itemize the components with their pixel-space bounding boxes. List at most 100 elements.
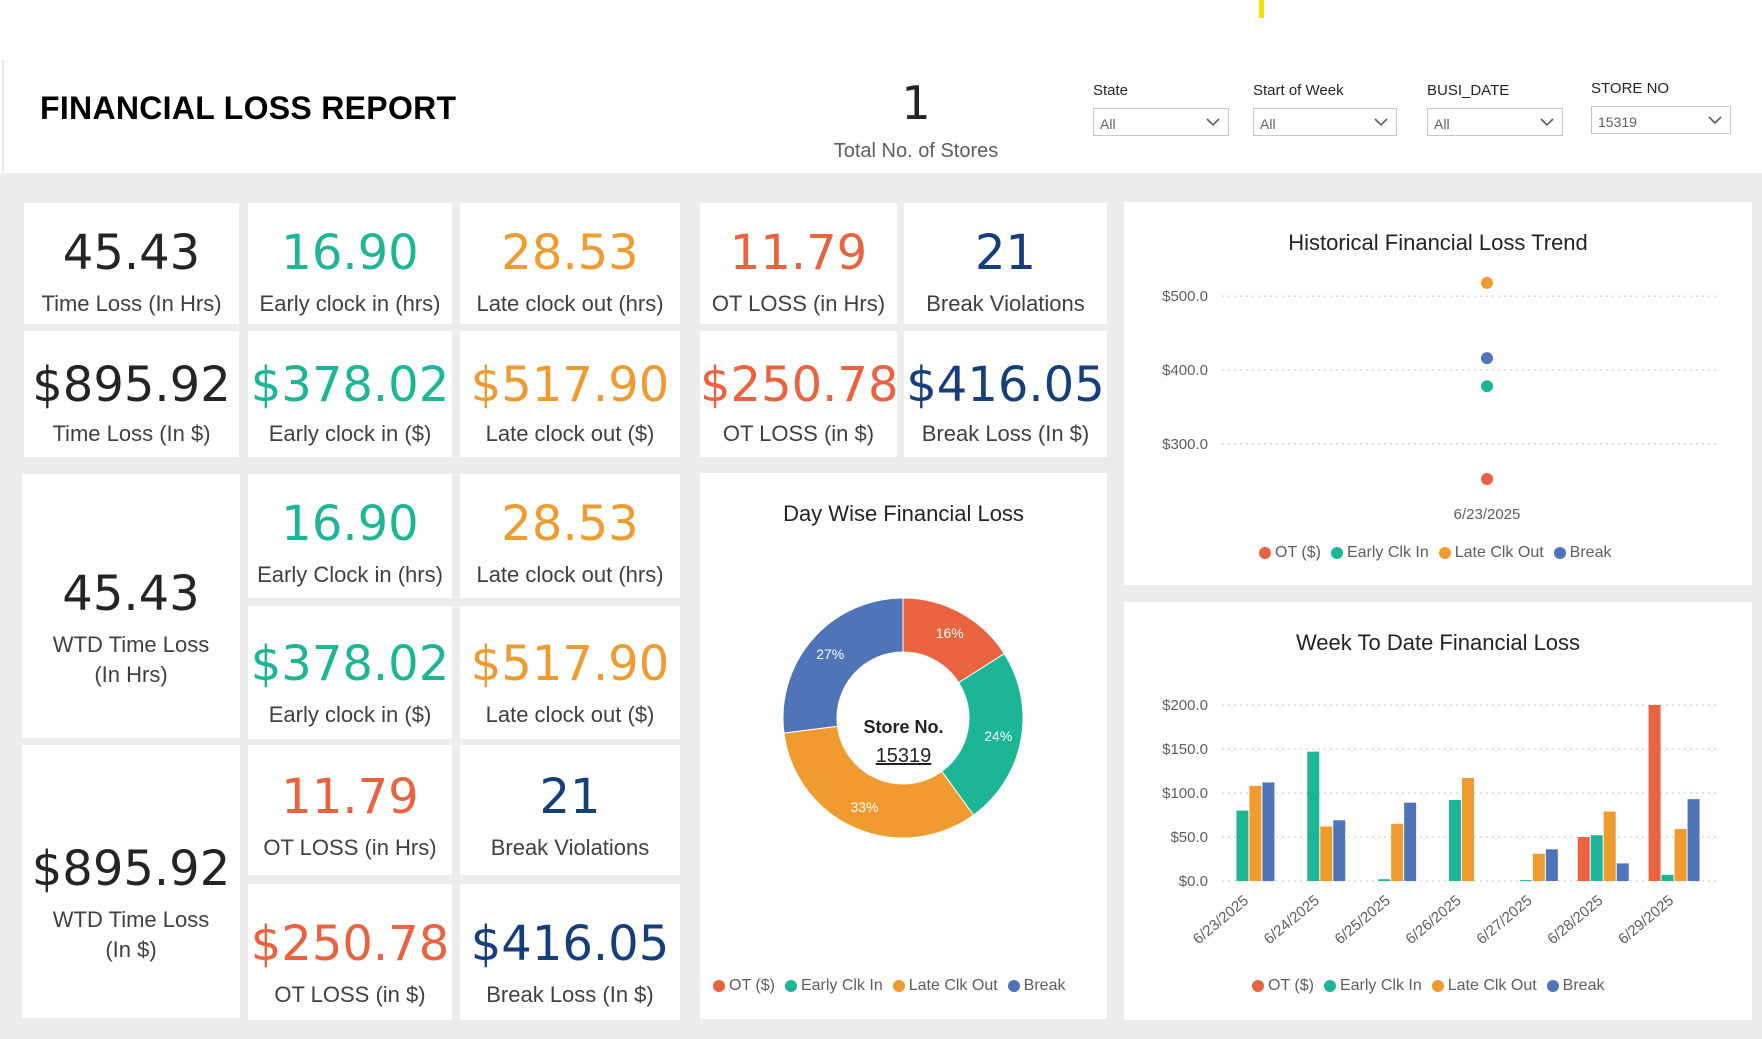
legend-dot-icon: [1438, 547, 1451, 559]
legend-item-ot[interactable]: OT ($): [713, 977, 775, 995]
legend-item-break[interactable]: Break: [1007, 977, 1065, 995]
store-no-filter: STORE NO 15319: [1591, 80, 1731, 134]
legend-label: Late Clk Out: [1454, 544, 1544, 561]
kpi-label: Early clock in ($): [268, 421, 432, 446]
scatter-chart: $500.0 $400.0 $300.0 6/23/2025: [1162, 276, 1716, 523]
start-of-week-filter-label: Start of Week: [1253, 82, 1344, 99]
kpi-card-wtd-break-loss-usd[interactable]: $416.05 Break Loss (In $): [460, 884, 680, 1020]
kpi-card-wtd-break-violations[interactable]: 21 Break Violations: [460, 745, 680, 875]
y-tick-label: $500.0: [1162, 288, 1208, 305]
legend-item-break[interactable]: Break: [1553, 544, 1611, 562]
legend-item-late[interactable]: Late Clk Out: [892, 977, 998, 995]
donut-center-value[interactable]: 15319: [700, 745, 1107, 768]
busi-date-dropdown[interactable]: All: [1427, 108, 1563, 136]
kpi-value: $250.78: [250, 916, 450, 972]
x-tick-label: 6/28/2025: [1544, 892, 1606, 948]
kpi-card-early-clock-in-hrs[interactable]: 16.90 Early clock in (hrs): [248, 203, 452, 324]
kpi-card-wtd-late-clock-out-hrs[interactable]: 28.53 Late clock out (hrs): [460, 474, 680, 598]
bar: [1449, 800, 1461, 881]
chevron-down-icon: [1540, 118, 1554, 127]
legend-dot-icon: [1323, 980, 1336, 992]
bar: [1687, 799, 1700, 881]
state-dropdown-value: All: [1100, 116, 1116, 132]
kpi-card-ot-loss-hrs[interactable]: 11.79 OT LOSS (in Hrs): [700, 203, 897, 324]
bar: [1391, 823, 1404, 881]
legend-label: Early Clk In: [1346, 544, 1429, 561]
day-wise-financial-loss-panel[interactable]: Day Wise Financial Loss 16% 24% 33% 27% Sto…: [700, 473, 1107, 1019]
legend-item-early[interactable]: Early Clk In: [1323, 977, 1422, 995]
kpi-card-wtd-time-loss-hrs[interactable]: 45.43 WTD Time Loss (In Hrs): [22, 474, 240, 738]
kpi-value: 16.90: [281, 225, 419, 281]
legend-item-break[interactable]: Break: [1546, 977, 1604, 995]
kpi-label: Early clock in (hrs): [259, 291, 441, 316]
legend-item-early[interactable]: Early Clk In: [784, 977, 883, 995]
kpi-label: Break Violations: [926, 291, 1085, 316]
bar: [1307, 751, 1320, 881]
legend-label: OT ($): [729, 977, 775, 994]
kpi-label: Late clock out ($): [485, 702, 655, 727]
kpi-card-wtd-early-clock-in-usd[interactable]: $378.02 Early clock in ($): [248, 606, 452, 739]
legend-item-late[interactable]: Late Clk Out: [1431, 977, 1537, 995]
scatter-point: [1481, 473, 1493, 485]
start-of-week-dropdown[interactable]: All: [1253, 108, 1397, 136]
chart-legend: OT ($) Early Clk In Late Clk Out Break: [1252, 977, 1604, 995]
kpi-value: $378.02: [250, 636, 450, 692]
kpi-label-line1: WTD Time Loss: [52, 632, 210, 657]
legend-dot-icon: [1330, 547, 1343, 559]
kpi-card-wtd-ot-loss-usd[interactable]: $250.78 OT LOSS (in $): [248, 884, 452, 1020]
kpi-card-break-violations[interactable]: 21 Break Violations: [904, 203, 1107, 324]
kpi-value: 16.90: [281, 496, 419, 552]
kpi-card-wtd-late-clock-out-usd[interactable]: $517.90 Late clock out ($): [460, 606, 680, 739]
store-no-dropdown[interactable]: 15319: [1591, 106, 1731, 134]
store-no-dropdown-value: 15319: [1598, 114, 1637, 130]
chevron-down-icon: [1708, 116, 1722, 125]
kpi-value: $895.92: [31, 841, 231, 897]
kpi-value: 11.79: [729, 225, 868, 281]
x-tick-label: 6/27/2025: [1473, 892, 1535, 948]
kpi-card-wtd-early-clock-in-hrs[interactable]: 16.90 Early Clock in (hrs): [248, 474, 452, 598]
historical-trend-panel[interactable]: Historical Financial Loss Trend $500.0 $4…: [1124, 202, 1752, 585]
legend-label: Late Clk Out: [908, 977, 998, 994]
scatter-point: [1481, 352, 1493, 365]
bar: [1404, 802, 1417, 881]
kpi-label: Break Loss (In $): [921, 421, 1090, 446]
week-to-date-panel[interactable]: Week To Date Financial Loss $200.0 $150.0…: [1124, 602, 1752, 1020]
kpi-value: $378.02: [250, 357, 450, 413]
kpi-card-wtd-ot-loss-hrs[interactable]: 11.79 OT LOSS (in Hrs): [248, 745, 452, 875]
kpi-card-early-clock-in-usd[interactable]: $378.02 Early clock in ($): [248, 331, 452, 457]
bar: [1378, 879, 1391, 881]
kpi-label-line2: (In $): [105, 937, 157, 962]
x-tick-label: 6/26/2025: [1403, 892, 1465, 948]
donut-data-label: 27%: [816, 646, 844, 662]
bar: [1320, 826, 1333, 881]
y-tick-label: $0.0: [1179, 873, 1208, 890]
kpi-value: $517.90: [470, 636, 670, 692]
bar: [1648, 705, 1661, 881]
bar: [1674, 829, 1687, 881]
kpi-card-late-clock-out-hrs[interactable]: 28.53 Late clock out (hrs): [460, 203, 680, 324]
store-count-value: 1: [901, 76, 931, 130]
legend-item-late[interactable]: Late Clk Out: [1438, 544, 1544, 562]
kpi-card-break-loss-usd[interactable]: $416.05 Break Loss (In $): [904, 331, 1107, 457]
bar: [1333, 820, 1346, 881]
legend-item-ot[interactable]: OT ($): [1252, 977, 1314, 995]
kpi-card-ot-loss-usd[interactable]: $250.78 OT LOSS (in $): [700, 331, 899, 457]
y-tick-label: $100.0: [1162, 785, 1208, 802]
kpi-card-time-loss-usd[interactable]: $895.92 Time Loss (In $): [24, 331, 239, 457]
legend-dot-icon: [1252, 980, 1264, 992]
legend-item-ot[interactable]: OT ($): [1259, 544, 1321, 562]
x-tick-label: 6/25/2025: [1332, 892, 1394, 948]
kpi-card-late-clock-out-usd[interactable]: $517.90 Late clock out ($): [460, 331, 680, 457]
state-dropdown[interactable]: All: [1093, 108, 1229, 136]
kpi-label: OT LOSS (in $): [722, 421, 875, 446]
kpi-value: 28.53: [501, 225, 639, 281]
kpi-card-time-loss-hrs[interactable]: 45.43 Time Loss (In Hrs): [24, 203, 239, 324]
state-filter: State All: [1093, 82, 1229, 136]
kpi-value: 45.43: [62, 566, 200, 622]
kpi-card-wtd-time-loss-usd[interactable]: $895.92 WTD Time Loss (In $): [22, 745, 240, 1018]
kpi-label: Late clock out (hrs): [476, 291, 664, 316]
legend-item-early[interactable]: Early Clk In: [1330, 544, 1429, 562]
bar: [1462, 778, 1474, 881]
kpi-label: Late clock out ($): [485, 421, 655, 446]
kpi-value: $895.92: [32, 357, 231, 413]
